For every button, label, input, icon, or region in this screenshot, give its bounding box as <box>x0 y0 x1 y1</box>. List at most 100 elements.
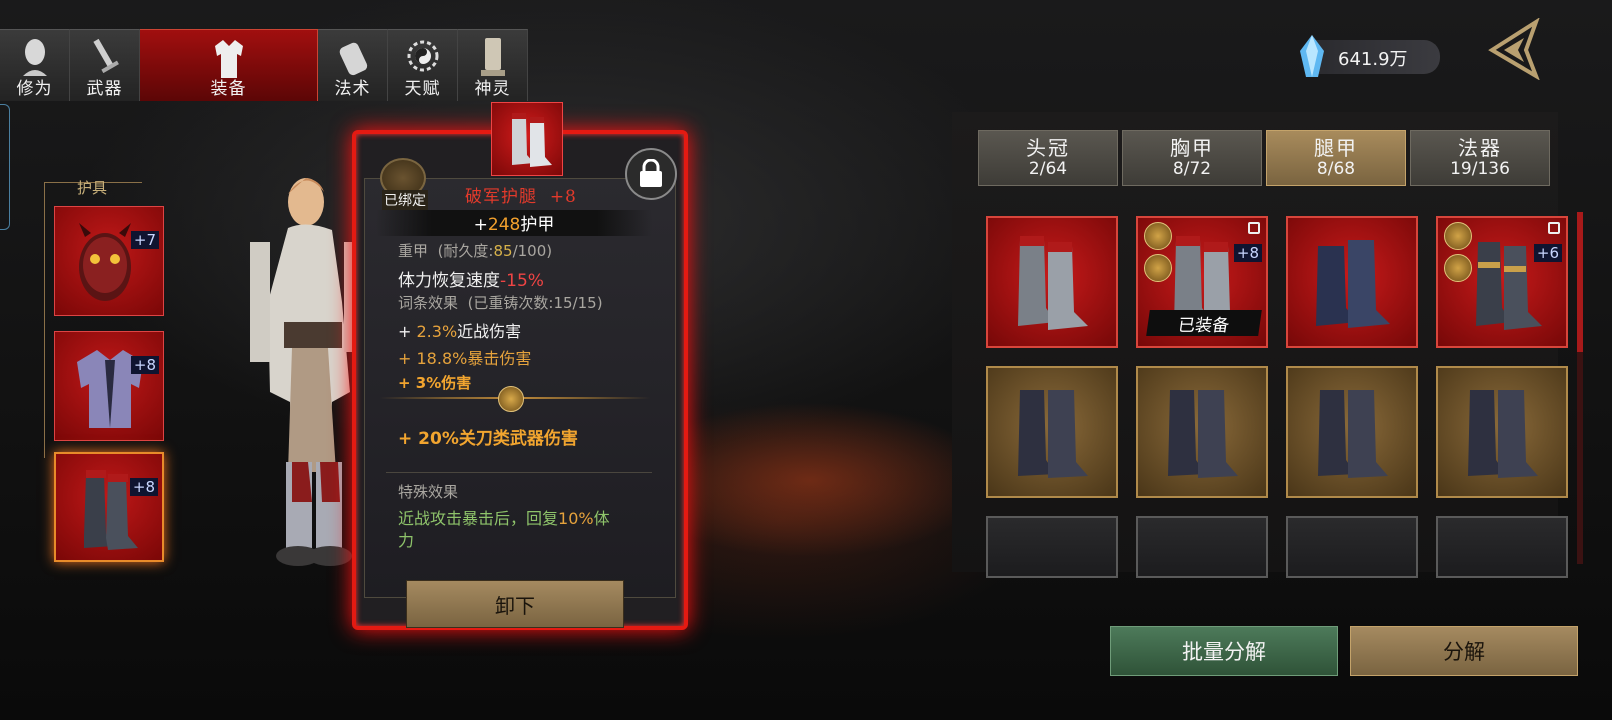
boots-icon <box>1318 390 1388 478</box>
boots-icon <box>84 470 138 550</box>
tab-label: 神灵 <box>474 79 511 99</box>
affix-2: + 18.8%暴击伤害 <box>398 349 532 368</box>
currency-value: 641.9万 <box>1338 49 1408 70</box>
lock-button[interactable] <box>625 148 677 200</box>
tab-count: 2/64 <box>1028 159 1068 179</box>
affix-1-label: 近战伤害 <box>457 322 522 341</box>
boots-icon <box>1018 390 1088 478</box>
special-text-line1: 近战攻击暴击后，回复10%体 <box>398 505 610 529</box>
tab-crown[interactable]: 头冠 2/64 <box>978 130 1118 186</box>
special-text-2: 体 <box>593 509 610 528</box>
tab-talent[interactable]: 天赋 <box>388 29 458 101</box>
stamina-value: -15% <box>500 271 544 291</box>
stamina-line: 体力恢复速度-15% <box>398 266 544 291</box>
special-text-line2: 力 <box>398 531 415 550</box>
affix-1: + 2.3%近战伤害 <box>398 318 521 342</box>
armor-section-frame: 护具 <box>44 179 142 206</box>
tab-legs[interactable]: 腿甲 8/68 <box>1266 130 1406 186</box>
weight-durability-line: 重甲 (耐久度:85/100) <box>398 240 552 261</box>
affix-3: + 3%伤害 <box>398 374 472 392</box>
yin-yang-badge-icon <box>1444 222 1472 250</box>
enhance-badge: +8 <box>129 478 158 496</box>
batch-decompose-button[interactable]: 批量分解 <box>1110 626 1338 676</box>
bound-chain-icon <box>1144 254 1172 282</box>
yin-yang-emblem-icon <box>498 386 524 412</box>
tab-cultivation[interactable]: 修为 <box>0 29 70 101</box>
back-arrow-icon[interactable] <box>1484 18 1544 80</box>
inventory-slot[interactable] <box>1436 366 1568 498</box>
padlock-icon <box>640 159 662 187</box>
affix-4: + 20%关刀类武器伤害 <box>398 429 578 449</box>
boots-icon <box>1018 236 1088 330</box>
inventory-slot[interactable] <box>1286 216 1418 348</box>
equip-slot-legs[interactable]: +8 <box>54 452 164 562</box>
item-enhance: +8 <box>549 187 577 207</box>
bound-chain-icon <box>1444 254 1472 282</box>
tab-spells[interactable]: 法术 <box>318 29 388 101</box>
equip-slot-helmet[interactable]: +7 <box>54 206 164 316</box>
tab-name: 腿甲 <box>1314 136 1358 160</box>
divider <box>386 472 652 473</box>
boots-icon <box>1168 390 1238 478</box>
inventory-slot[interactable] <box>986 216 1118 348</box>
left-edge-handle[interactable] <box>0 104 10 230</box>
affix-title: 词条效果 <box>398 294 459 312</box>
special-text: 近战攻击暴击后，回复 <box>398 509 559 528</box>
armor-section-title: 护具 <box>77 179 108 197</box>
durability-label: (耐久度: <box>437 242 494 260</box>
armor-stat-line: +248护甲 <box>376 210 652 236</box>
weight-type: 重甲 <box>398 242 429 260</box>
decompose-button[interactable]: 分解 <box>1350 626 1578 676</box>
inventory-slot-empty[interactable] <box>1286 516 1418 578</box>
inventory-slot-empty[interactable] <box>986 516 1118 578</box>
character-model <box>250 178 364 566</box>
scrollbar-thumb[interactable] <box>1577 212 1583 352</box>
special-value: 10% <box>558 509 594 528</box>
durability-value: 85 <box>493 242 513 260</box>
armor-value: 248 <box>487 215 521 235</box>
item-name-text: 破军护腿 <box>465 187 537 207</box>
enhance-badge: +8 <box>130 356 159 374</box>
tab-name: 头冠 <box>1026 136 1070 160</box>
equip-slot-chest[interactable]: +8 <box>54 331 164 441</box>
bound-label: 已绑定 <box>382 190 428 210</box>
tab-name: 胸甲 <box>1170 136 1214 160</box>
inventory-slot-empty[interactable] <box>1436 516 1568 578</box>
tab-deity[interactable]: 神灵 <box>458 29 528 101</box>
tab-label: 武器 <box>86 79 123 99</box>
special-title: 特殊效果 <box>398 483 459 501</box>
yin-yang-badge-icon <box>1144 222 1172 250</box>
stamina-label: 体力恢复速度 <box>398 271 500 291</box>
enhance-badge: +6 <box>1533 244 1562 262</box>
inventory-slot[interactable] <box>1286 366 1418 498</box>
tab-equipment[interactable]: 装备 <box>140 29 318 101</box>
tooltip-item-icon <box>491 102 563 176</box>
inventory-slot[interactable] <box>1136 366 1268 498</box>
tab-count: 8/72 <box>1172 159 1212 179</box>
tab-artifact[interactable]: 法器 19/136 <box>1410 130 1550 186</box>
tab-weapon[interactable]: 武器 <box>70 29 140 101</box>
armor-section-line <box>44 206 45 458</box>
tab-label: 修为 <box>16 79 53 99</box>
inventory-slot-equipped[interactable]: +8 已装备 <box>1136 216 1268 348</box>
equipped-tag: 已装备 <box>1146 310 1262 336</box>
tab-count: 19/136 <box>1450 159 1510 179</box>
inventory-slot[interactable]: +6 <box>1436 216 1568 348</box>
boots-icon <box>1468 390 1538 478</box>
tab-chest[interactable]: 胸甲 8/72 <box>1122 130 1262 186</box>
category-tabs: 头冠 2/64 胸甲 8/72 腿甲 8/68 法器 19/136 <box>978 130 1550 186</box>
tab-label: 法术 <box>334 79 371 99</box>
crystal-icon <box>1300 35 1324 77</box>
affix-1-prefix: + <box>398 322 417 341</box>
durability-max: /100) <box>512 242 553 260</box>
inventory-slot[interactable] <box>986 366 1118 498</box>
enhance-badge: +8 <box>1233 244 1262 262</box>
unequip-button[interactable]: 卸下 <box>406 580 624 628</box>
affix-1-value: 2.3% <box>416 322 458 341</box>
enhance-badge: +7 <box>130 231 159 249</box>
item-name: 破军护腿 +8 <box>465 182 577 207</box>
top-tab-bar: 修为 武器 装备 法术 天赋 神灵 <box>0 29 528 101</box>
boots-icon <box>1316 240 1390 328</box>
tab-count: 8/68 <box>1316 159 1356 179</box>
inventory-slot-empty[interactable] <box>1136 516 1268 578</box>
